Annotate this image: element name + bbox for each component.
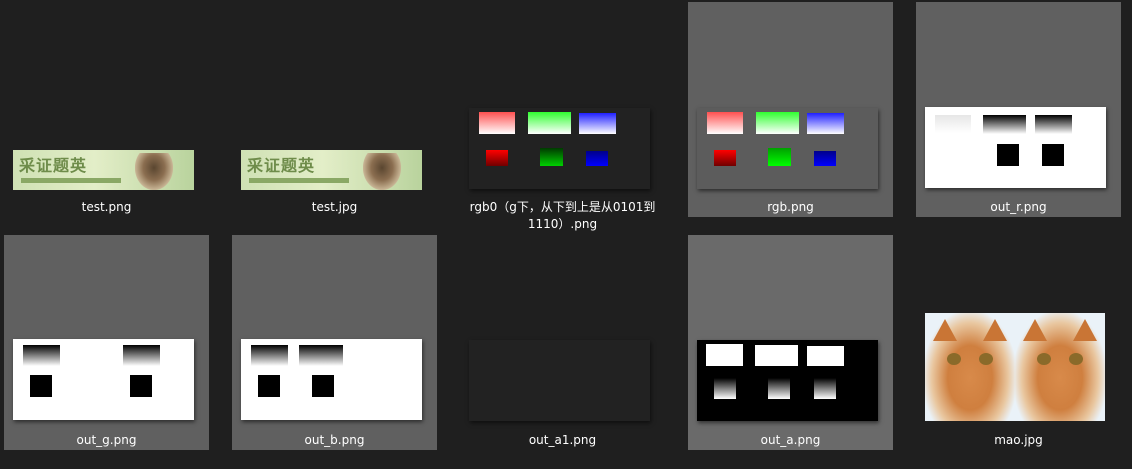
file-name: rgb0（g下，从下到上是从0101到1110）.png [469, 200, 656, 231]
banner-thumbnail: 采证题英 [241, 150, 422, 190]
file-tile-out-a1[interactable]: out_a1.png [460, 235, 665, 450]
file-name: out_a.png [760, 433, 821, 447]
out-a-thumbnail [697, 340, 878, 421]
file-name: rgb.png [767, 200, 814, 214]
out-g-thumbnail [13, 339, 194, 420]
cat-photo-right [1015, 313, 1105, 421]
file-name: test.jpg [311, 200, 358, 214]
file-tile-out-b[interactable]: out_b.png [232, 235, 437, 450]
out-a1-thumbnail [469, 340, 650, 421]
file-name: out_g.png [76, 433, 137, 447]
out-b-thumbnail [241, 339, 422, 420]
file-tile-test-png[interactable]: 采证题英 test.png [4, 2, 209, 217]
file-tile-out-r[interactable]: out_r.png [916, 2, 1121, 217]
out-r-thumbnail [925, 107, 1106, 188]
file-tile-rgb-png[interactable]: rgb.png [688, 2, 893, 217]
file-name: test.png [81, 200, 132, 214]
file-name: out_a1.png [528, 433, 597, 447]
file-tile-out-a[interactable]: out_a.png [688, 235, 893, 450]
file-tile-mao[interactable]: mao.jpg [916, 235, 1121, 450]
rgb-thumbnail [697, 108, 878, 189]
file-name: out_b.png [304, 433, 365, 447]
cat-photo-left [925, 313, 1015, 421]
file-tile-test-jpg[interactable]: 采证题英 test.jpg [232, 2, 437, 217]
file-tile-rgb0[interactable]: rgb0（g下，从下到上是从0101到1110）.png [460, 2, 665, 231]
rgb0-thumbnail [469, 108, 650, 189]
file-tile-out-g[interactable]: out_g.png [4, 235, 209, 450]
banner-thumbnail: 采证题英 [13, 150, 194, 190]
file-name: out_r.png [990, 200, 1047, 214]
file-name: mao.jpg [994, 433, 1043, 447]
